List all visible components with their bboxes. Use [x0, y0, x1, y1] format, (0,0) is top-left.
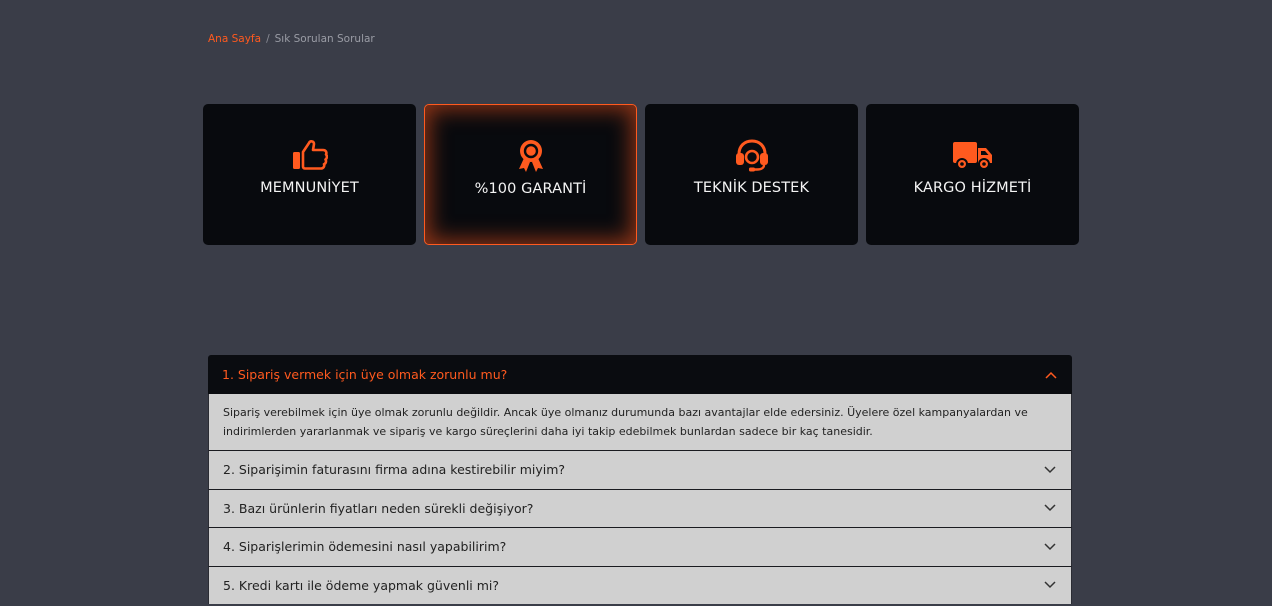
headset-icon — [734, 138, 770, 172]
faq-answer: Sipariş verebilmek için üye olmak zorunl… — [208, 394, 1072, 450]
chevron-up-icon — [1044, 368, 1058, 382]
feature-card-support[interactable]: TEKNİK DESTEK — [645, 104, 858, 245]
thumbs-up-icon — [292, 138, 328, 172]
faq-question-text: 5. Kredi kartı ile ödeme yapmak güvenli … — [223, 577, 500, 593]
feature-label: %100 GARANTİ — [474, 181, 587, 197]
faq-question[interactable]: 3. Bazı ürünlerin fiyatları neden sürekl… — [208, 488, 1072, 527]
faq-question[interactable]: 4. Siparişlerimin ödemesini nasıl yapabi… — [208, 527, 1072, 566]
feature-label: MEMNUNİYET — [260, 180, 359, 196]
faq-question-text: 4. Siparişlerimin ödemesini nasıl yapabi… — [223, 539, 507, 555]
feature-card-shipping[interactable]: KARGO HİZMETİ — [866, 104, 1079, 245]
feature-card-satisfaction[interactable]: MEMNUNİYET — [203, 104, 416, 245]
faq-accordion: 1. Sipariş vermek için üye olmak zorunlu… — [208, 355, 1072, 604]
faq-question[interactable]: 5. Kredi kartı ile ödeme yapmak güvenli … — [208, 565, 1072, 604]
breadcrumb-home-link[interactable]: Ana Sayfa — [208, 33, 261, 45]
award-ribbon-icon — [516, 139, 546, 173]
chevron-down-icon — [1043, 501, 1057, 515]
breadcrumb-current: Sık Sorulan Sorular — [274, 33, 375, 45]
feature-card-guarantee[interactable]: %100 GARANTİ — [424, 104, 637, 245]
faq-question-text: 2. Siparişimin faturasını firma adına ke… — [223, 462, 566, 478]
faq-question-text: 3. Bazı ürünlerin fiyatları neden sürekl… — [223, 500, 534, 516]
breadcrumb-separator: / — [266, 33, 270, 45]
chevron-down-icon — [1043, 540, 1057, 554]
feature-cards: MEMNUNİYET %100 GARANTİ TEKNİK DESTEK KA… — [203, 104, 1079, 245]
feature-label: KARGO HİZMETİ — [913, 180, 1032, 196]
faq-question[interactable]: 2. Siparişimin faturasını firma adına ke… — [208, 450, 1072, 489]
faq-question-text: 1. Sipariş vermek için üye olmak zorunlu… — [222, 367, 508, 382]
truck-icon — [952, 138, 994, 172]
breadcrumb: Ana Sayfa / Sık Sorulan Sorular — [208, 33, 375, 45]
chevron-down-icon — [1043, 578, 1057, 592]
faq-question-open[interactable]: 1. Sipariş vermek için üye olmak zorunlu… — [208, 355, 1072, 394]
chevron-down-icon — [1043, 463, 1057, 477]
feature-label: TEKNİK DESTEK — [693, 180, 810, 196]
